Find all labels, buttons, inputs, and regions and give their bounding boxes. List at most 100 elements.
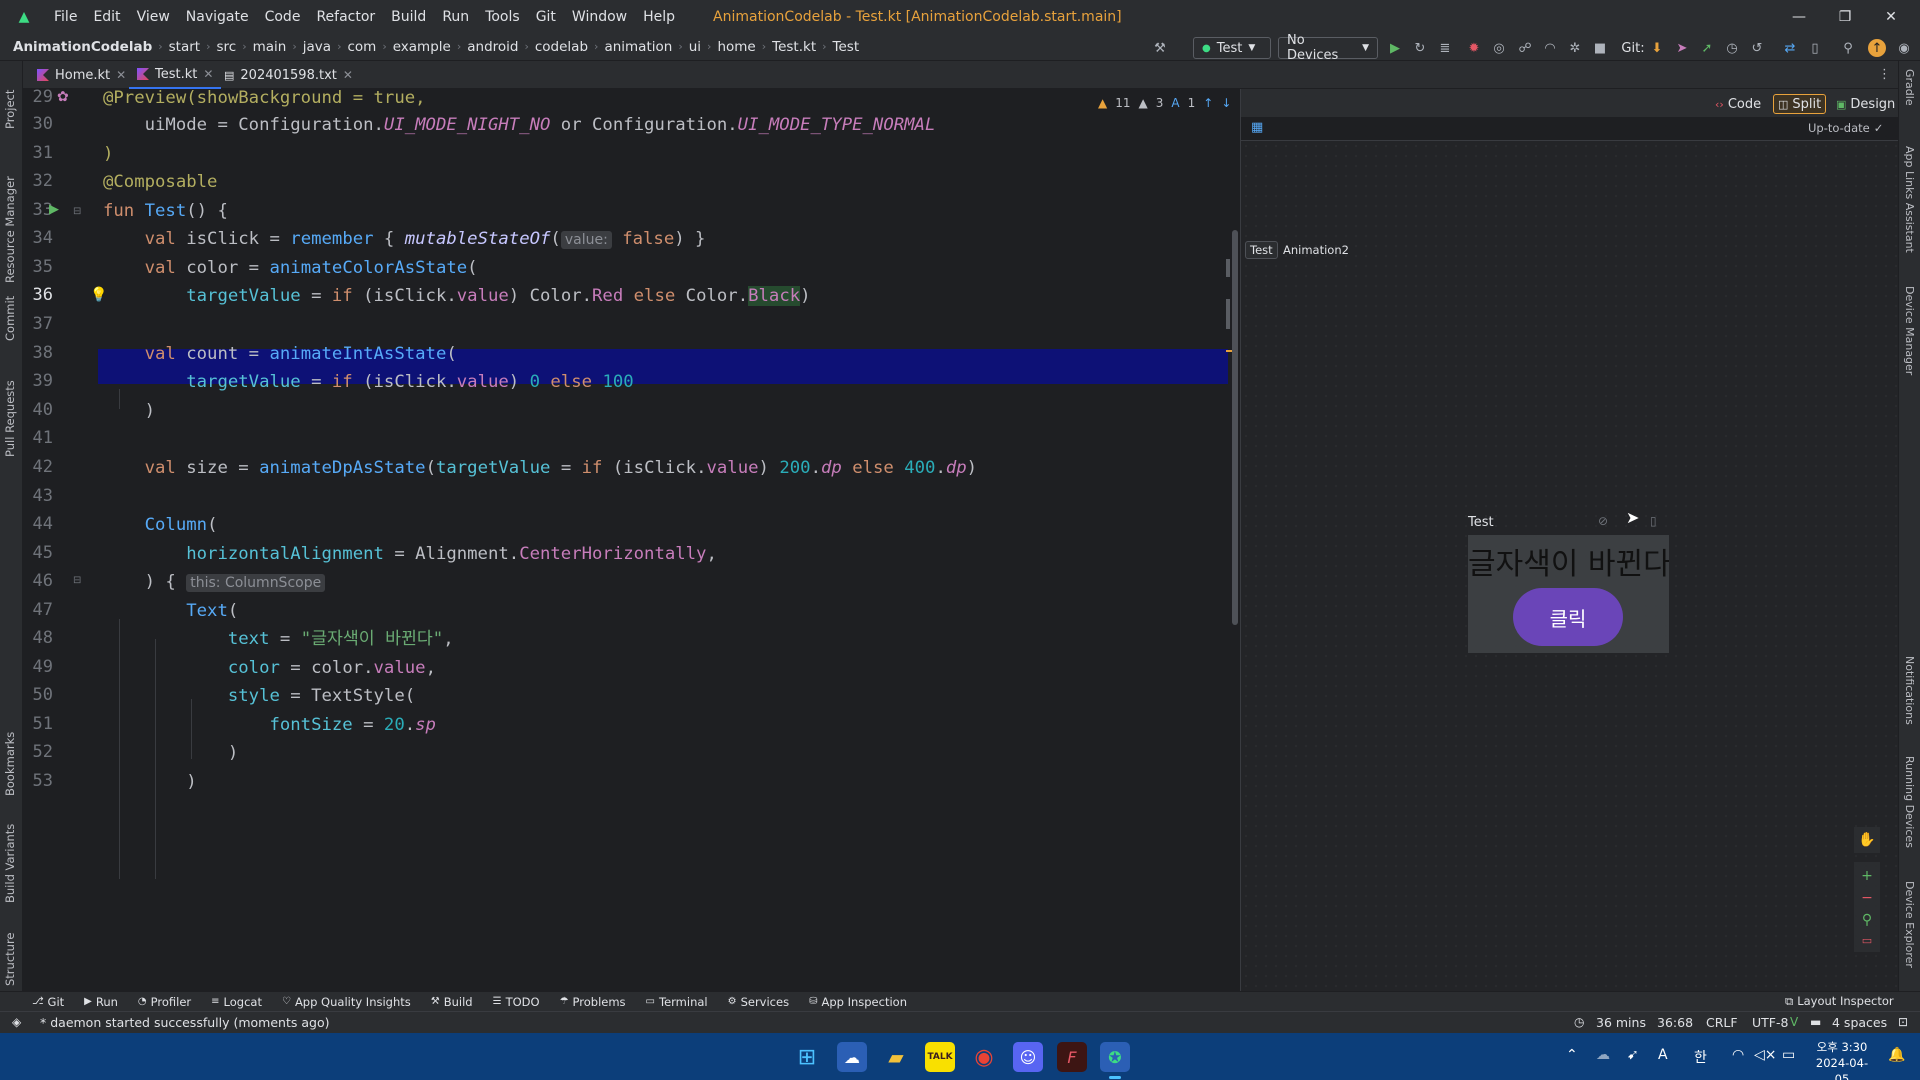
wifi-icon[interactable]: ◠ <box>1732 1047 1744 1063</box>
next-highlight-icon[interactable]: ↓ <box>1221 96 1231 110</box>
breadcrumb-item[interactable]: java <box>300 39 334 55</box>
zoom-in-icon[interactable]: + <box>1861 868 1873 884</box>
line-separator[interactable]: CRLF <box>1706 1015 1738 1030</box>
menu-run[interactable]: Run <box>434 9 477 25</box>
breadcrumb-item[interactable]: android <box>464 39 521 55</box>
menu-file[interactable]: File <box>46 9 85 25</box>
menu-navigate[interactable]: Navigate <box>178 9 257 25</box>
breadcrumb-item[interactable]: codelab <box>532 39 591 55</box>
line-number[interactable]: 47 <box>23 600 53 620</box>
menu-build[interactable]: Build <box>383 9 434 25</box>
android-studio-taskbar-icon[interactable]: ✪ <box>1100 1042 1130 1072</box>
line-number[interactable]: 36 <box>23 285 53 305</box>
taskbar-clock[interactable]: 오후 3:30 2024-04-05 <box>1812 1039 1872 1080</box>
windows-start-icon[interactable]: ⊞ <box>792 1042 822 1072</box>
zoom-fit-icon[interactable]: ⚲ <box>1862 912 1872 928</box>
history-icon[interactable]: ◷ <box>1722 38 1742 58</box>
git-commit-icon[interactable]: ➤ <box>1672 38 1692 58</box>
line-number[interactable]: 37 <box>23 314 53 334</box>
line-number[interactable]: 51 <box>23 714 53 734</box>
line-number[interactable]: 35 <box>23 257 53 277</box>
breadcrumb-item[interactable]: ui <box>686 39 704 55</box>
zoom-out-icon[interactable]: − <box>1861 890 1873 906</box>
run-icon[interactable]: ▶ <box>1385 38 1405 58</box>
tray-app-icon[interactable]: ➹ <box>1627 1047 1639 1063</box>
line-number[interactable]: 44 <box>23 514 53 534</box>
line-number[interactable]: 52 <box>23 742 53 762</box>
line-number[interactable]: 41 <box>23 428 53 448</box>
breadcrumb-item[interactable]: home <box>714 39 758 55</box>
pan-hand-icon[interactable]: ✋ <box>1854 827 1880 853</box>
menu-window[interactable]: Window <box>564 9 635 25</box>
discord-icon[interactable]: ☺ <box>1013 1042 1043 1072</box>
close-tab-icon[interactable]: ✕ <box>203 67 213 81</box>
previous-highlight-icon[interactable]: ↑ <box>1203 96 1213 110</box>
ime-mode[interactable]: A <box>1658 1047 1668 1063</box>
tool-tab-problems[interactable]: ☂ Problems <box>550 995 636 1009</box>
more-tabs-icon[interactable]: ⋮ <box>1878 67 1891 82</box>
line-number[interactable]: 53 <box>23 771 53 791</box>
device-dropdown[interactable]: No Devices ▼ <box>1278 33 1378 63</box>
notification-bell-icon[interactable]: 🔔 <box>1888 1047 1905 1063</box>
tool-app-links-assistant[interactable]: App Links Assistant <box>1903 146 1916 253</box>
inspection-widget[interactable]: ▲ 11 ▲ 3 A1 ↑ ↓ <box>1098 96 1231 110</box>
code-editor[interactable]: 29 30 31 32 33 34 35 36 37 38 39 40 41 42 43 44 45 46 47 48… <box>23 89 1238 991</box>
deploy-preview-icon[interactable]: ▯ <box>1650 514 1657 528</box>
group-chip-animation2[interactable]: Animation2 <box>1279 241 1353 259</box>
layout-icon[interactable]: ▦ <box>1251 120 1263 135</box>
battery-icon[interactable]: ▭ <box>1782 1047 1795 1063</box>
tool-tab-app-inspection[interactable]: ⛁ App Inspection <box>799 995 917 1009</box>
git-push-icon[interactable]: ➚ <box>1697 38 1717 58</box>
group-chip-test[interactable]: Test <box>1245 241 1278 259</box>
line-number[interactable]: 48 <box>23 628 53 648</box>
run-config-dropdown[interactable]: ● Test ▼ <box>1193 37 1271 59</box>
debug-icon[interactable]: ✹ <box>1464 38 1484 58</box>
copy-image-icon[interactable]: ⊘ <box>1598 514 1608 528</box>
fold-icon[interactable]: ⊟ <box>73 575 81 586</box>
tool-tab-app-quality-insights[interactable]: ♡ App Quality Insights <box>272 995 421 1009</box>
tool-tab-build[interactable]: ⚒ Build <box>421 995 483 1009</box>
tool-pull-requests[interactable]: Pull Requests <box>3 357 17 457</box>
tool-running-devices[interactable]: Running Devices <box>1903 756 1916 848</box>
line-number[interactable]: 49 <box>23 657 53 677</box>
line-number[interactable]: 30 <box>23 114 53 134</box>
ime-language[interactable]: 한 <box>1694 1047 1707 1067</box>
rollback-icon[interactable]: ↺ <box>1747 38 1767 58</box>
show-hidden-icons-icon[interactable]: ⌃ <box>1566 1047 1578 1063</box>
line-number[interactable]: 29 <box>23 89 53 107</box>
line-number[interactable]: 45 <box>23 543 53 563</box>
attach-debugger-icon[interactable]: ☍ <box>1515 38 1535 58</box>
minimize-icon[interactable]: — <box>1776 0 1822 33</box>
status-message[interactable]: * daemon started successfully (moments a… <box>40 1015 329 1030</box>
tool-tab-terminal[interactable]: ▭ Terminal <box>636 995 718 1009</box>
preview-card[interactable]: 글자색이 바뀐다 클릭 <box>1468 535 1669 653</box>
close-tab-icon[interactable]: ✕ <box>116 68 126 82</box>
breadcrumb-item[interactable]: AnimationCodelab <box>10 39 155 55</box>
tool-structure[interactable]: Structure <box>3 916 17 987</box>
apply-code-changes-icon[interactable]: ≣ <box>1435 38 1455 58</box>
device-mirror-icon[interactable]: ▯ <box>1805 38 1825 58</box>
tool-tab-services[interactable]: ⚙ Services <box>718 995 799 1009</box>
kakaotalk-icon[interactable]: TALK <box>925 1042 955 1072</box>
editor-scrollbar[interactable] <box>1232 230 1238 625</box>
mode-split-button[interactable]: ◫ Split <box>1773 94 1827 114</box>
apply-changes-icon[interactable]: ↻ <box>1410 38 1430 58</box>
git-update-icon[interactable]: ⬇ <box>1647 38 1667 58</box>
lock-icon[interactable]: ⊡ <box>1898 1015 1908 1029</box>
readonly-toggle-icon[interactable]: ▬ <box>1810 1015 1821 1029</box>
status-layers-icon[interactable]: ◈ <box>12 1015 21 1029</box>
line-number[interactable]: 50 <box>23 685 53 705</box>
tool-project[interactable]: Project <box>3 69 17 129</box>
widgets-icon[interactable]: ☁ <box>837 1042 867 1072</box>
run-gutter-icon[interactable]: ▶ <box>49 202 59 217</box>
tab-text-file[interactable]: ▤ 202401598.txt ✕ <box>216 61 361 89</box>
breadcrumb-item[interactable]: start <box>166 39 203 55</box>
breadcrumb-item[interactable]: main <box>250 39 290 55</box>
update-icon[interactable]: ↑ <box>1868 39 1886 57</box>
menu-help[interactable]: Help <box>635 9 683 25</box>
tool-device-explorer[interactable]: Device Explorer <box>1903 881 1916 968</box>
file-explorer-icon[interactable]: ▰ <box>881 1042 911 1072</box>
volume-muted-icon[interactable]: ◁× <box>1754 1047 1777 1063</box>
tool-tab-todo[interactable]: ☰ TODO <box>483 995 550 1009</box>
line-number[interactable]: 40 <box>23 400 53 420</box>
